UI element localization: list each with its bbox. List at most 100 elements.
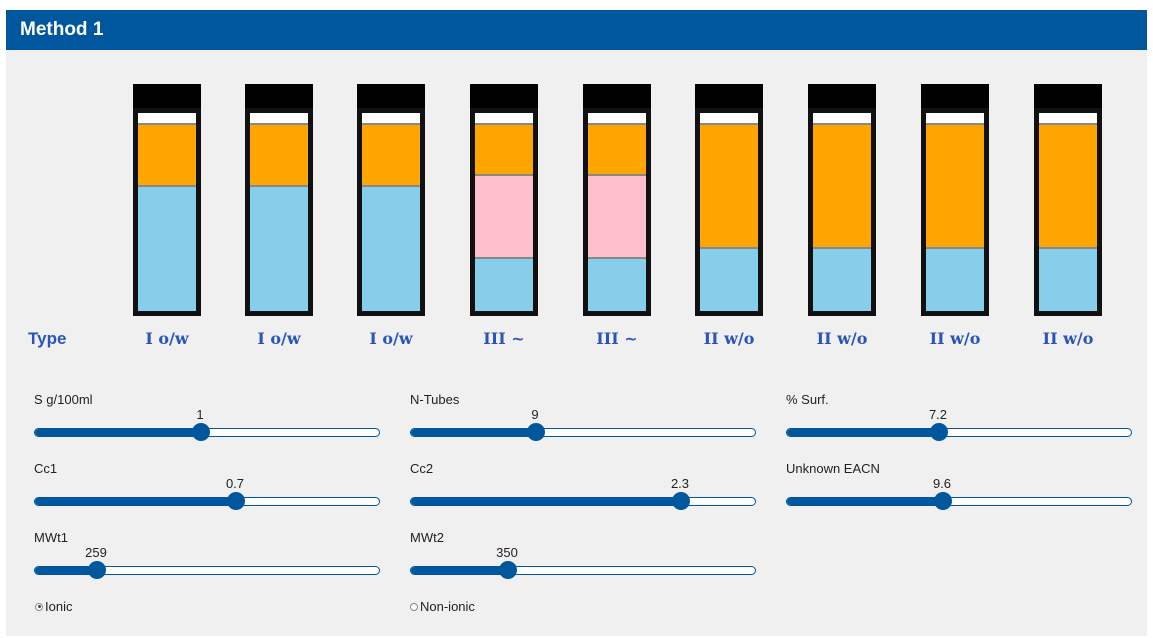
tube-type-label: II w/o xyxy=(1042,329,1094,348)
tube-cap xyxy=(695,84,763,108)
s-g-100ml-slider-fill xyxy=(35,429,201,436)
cc2-slider-fill xyxy=(411,498,681,505)
test-tube xyxy=(470,84,538,316)
mwt2-slider-handle[interactable] xyxy=(499,561,517,579)
oil-layer xyxy=(138,123,196,185)
oil-layer xyxy=(813,123,871,247)
tube-cap xyxy=(245,84,313,108)
test-tube xyxy=(357,84,425,316)
cc2-slider[interactable] xyxy=(410,492,756,510)
tube-type-label: II w/o xyxy=(929,329,981,348)
mwt2-slider-fill xyxy=(411,567,508,574)
panel-title: Method 1 xyxy=(6,10,1147,50)
s-g-100ml-slider[interactable] xyxy=(34,423,380,441)
water-layer xyxy=(138,185,196,311)
tube-cap xyxy=(583,84,651,108)
tube-cap xyxy=(357,84,425,108)
unknown-eacn-slider-handle[interactable] xyxy=(934,492,952,510)
surf-percent-slider[interactable] xyxy=(786,423,1132,441)
n-tubes-label: N-Tubes xyxy=(410,392,460,407)
type-label: Type xyxy=(28,329,67,348)
n-tubes-value: 9 xyxy=(531,407,539,422)
oil-layer xyxy=(926,123,984,247)
water-layer xyxy=(362,185,420,311)
unknown-eacn-slider-fill xyxy=(787,498,943,505)
tube-body xyxy=(245,108,313,316)
non-ionic-radio[interactable]: Non-ionic xyxy=(410,599,475,614)
mwt2-label: MWt2 xyxy=(410,530,444,545)
mwt1-label: MWt1 xyxy=(34,530,68,545)
cc1-slider[interactable] xyxy=(34,492,380,510)
unknown-eacn-value: 9.6 xyxy=(932,476,952,491)
oil-layer xyxy=(1039,123,1097,247)
water-layer xyxy=(250,185,308,311)
tube-body xyxy=(1034,108,1102,316)
tube-body xyxy=(921,108,989,316)
tube-type-label: I o/w xyxy=(145,329,189,348)
oil-layer xyxy=(700,123,758,247)
tube-type-label: II w/o xyxy=(703,329,755,348)
tube-cap xyxy=(133,84,201,108)
tube-cap xyxy=(1034,84,1102,108)
n-tubes-slider-fill xyxy=(411,429,536,436)
surf-percent-slider-handle[interactable] xyxy=(930,423,948,441)
surf-percent-label: % Surf. xyxy=(786,392,829,407)
test-tube xyxy=(1034,84,1102,316)
oil-layer xyxy=(475,123,533,174)
tube-type-label: II w/o xyxy=(816,329,868,348)
test-tube xyxy=(808,84,876,316)
tube-cap xyxy=(470,84,538,108)
tube-type-label: I o/w xyxy=(369,329,413,348)
mwt1-slider-handle[interactable] xyxy=(88,561,106,579)
middle-layer xyxy=(588,174,646,257)
ionic-radio[interactable]: Ionic xyxy=(35,599,72,614)
test-tube xyxy=(695,84,763,316)
ionic-radio-dot[interactable] xyxy=(35,602,43,611)
surf-percent-slider-fill xyxy=(787,429,939,436)
n-tubes-slider-handle[interactable] xyxy=(527,423,545,441)
unknown-eacn-slider[interactable] xyxy=(786,492,1132,510)
mwt1-value: 259 xyxy=(85,545,107,560)
non-ionic-radio-label: Non-ionic xyxy=(420,599,475,614)
mwt2-value: 350 xyxy=(496,545,518,560)
cc2-slider-handle[interactable] xyxy=(672,492,690,510)
tube-body xyxy=(808,108,876,316)
oil-layer xyxy=(250,123,308,185)
unknown-eacn-label: Unknown EACN xyxy=(786,461,880,476)
water-layer xyxy=(926,247,984,311)
non-ionic-radio-dot[interactable] xyxy=(410,602,418,611)
n-tubes-slider[interactable] xyxy=(410,423,756,441)
tube-body xyxy=(357,108,425,316)
tube-cap xyxy=(808,84,876,108)
test-tube xyxy=(583,84,651,316)
mwt1-slider[interactable] xyxy=(34,561,380,579)
s-g-100ml-value: 1 xyxy=(196,407,204,422)
water-layer xyxy=(813,247,871,311)
cc1-slider-handle[interactable] xyxy=(227,492,245,510)
s-g-100ml-label: S g/100ml xyxy=(34,392,93,407)
cc1-slider-fill xyxy=(35,498,236,505)
surf-percent-value: 7.2 xyxy=(928,407,948,422)
tube-type-label: I o/w xyxy=(257,329,301,348)
water-layer xyxy=(700,247,758,311)
tube-body xyxy=(133,108,201,316)
cc2-value: 2.3 xyxy=(670,476,690,491)
middle-layer xyxy=(475,174,533,257)
test-tube xyxy=(921,84,989,316)
test-tube xyxy=(133,84,201,316)
cc1-label: Cc1 xyxy=(34,461,58,476)
tube-type-label: III ~ xyxy=(596,329,638,348)
cc2-label: Cc2 xyxy=(410,461,434,476)
s-g-100ml-slider-handle[interactable] xyxy=(192,423,210,441)
tube-cap xyxy=(921,84,989,108)
oil-layer xyxy=(362,123,420,185)
water-layer xyxy=(1039,247,1097,311)
ionic-radio-label: Ionic xyxy=(45,599,73,614)
water-layer xyxy=(588,257,646,311)
water-layer xyxy=(475,257,533,311)
test-tube xyxy=(245,84,313,316)
cc1-value: 0.7 xyxy=(225,476,245,491)
tube-body xyxy=(695,108,763,316)
tube-type-label: III ~ xyxy=(483,329,525,348)
mwt2-slider[interactable] xyxy=(410,561,756,579)
